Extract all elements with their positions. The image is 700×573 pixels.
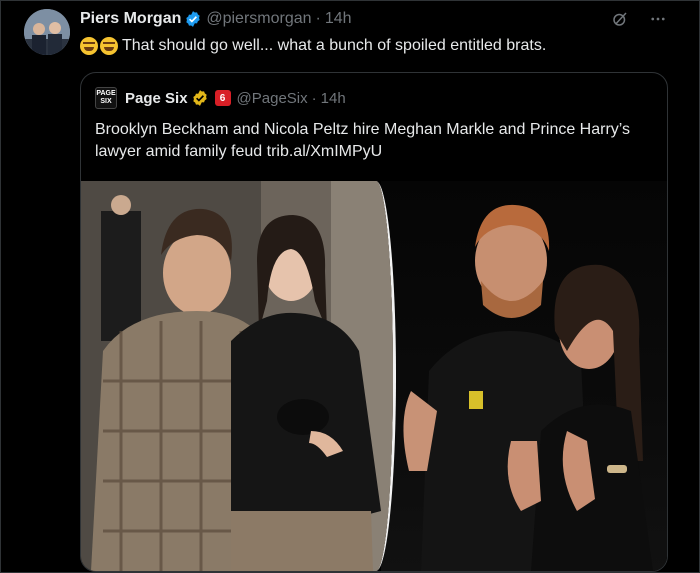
- separator-dot: ·: [311, 89, 317, 107]
- author-handle[interactable]: @piersmorgan: [206, 10, 311, 28]
- verified-badge-icon: [186, 11, 201, 27]
- quoted-tweet-text: Brooklyn Beckham and Nicola Peltz hire M…: [95, 121, 631, 160]
- tweet-text-content: That should go well... what a bunch of s…: [122, 37, 547, 54]
- tweet-header: Piers Morgan @piersmorgan · 14h: [80, 8, 688, 30]
- separator-dot: ·: [315, 10, 321, 27]
- photo-right[interactable]: [381, 181, 667, 571]
- rolling-on-floor-laughing-icon: [80, 37, 98, 55]
- quoted-tweet-header: PAGE SIX Page Six 6 @PageSix · 14h: [95, 87, 346, 109]
- tweet-body: Piers Morgan @piersmorgan · 14h That sho…: [80, 8, 688, 56]
- more-options-icon[interactable]: [648, 9, 668, 29]
- grok-icon[interactable]: [610, 9, 630, 29]
- quoted-author-name[interactable]: Page Six: [125, 90, 188, 107]
- timestamp[interactable]: 14h: [325, 10, 352, 28]
- quoted-tweet-card[interactable]: PAGE SIX Page Six 6 @PageSix · 14h Brookl…: [80, 72, 668, 572]
- quoted-media[interactable]: [81, 181, 667, 571]
- avatar[interactable]: [24, 9, 70, 55]
- tweet-header-actions: [610, 9, 668, 29]
- page-six-logo[interactable]: PAGE SIX: [95, 87, 117, 109]
- quoted-author-handle[interactable]: @PageSix: [237, 90, 308, 107]
- author-name[interactable]: Piers Morgan: [80, 10, 181, 28]
- tweet-text: That should go well... what a bunch of s…: [80, 36, 688, 56]
- quoted-timestamp[interactable]: 14h: [321, 90, 346, 107]
- verified-org-badge-icon: [192, 90, 207, 106]
- photo-left[interactable]: [81, 181, 396, 571]
- affiliate-badge-icon[interactable]: 6: [214, 90, 231, 106]
- rolling-on-floor-laughing-icon: [100, 37, 118, 55]
